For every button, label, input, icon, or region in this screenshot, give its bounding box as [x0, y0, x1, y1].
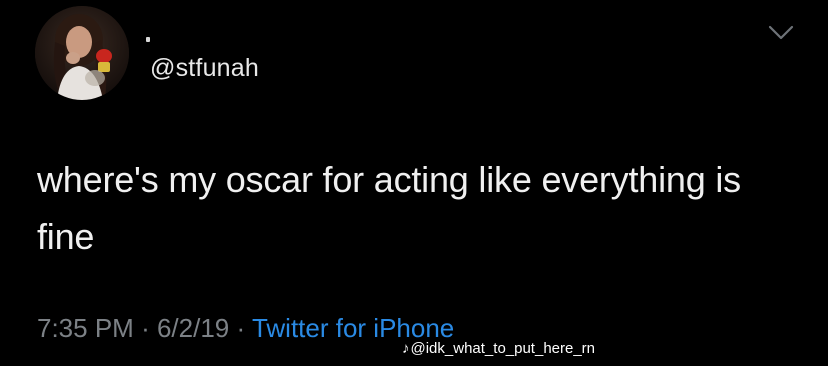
tweet-date[interactable]: 6/2/19: [157, 313, 229, 343]
tweet-card: @stfunah where's my oscar for acting lik…: [0, 0, 828, 366]
decoration-mark: [146, 37, 150, 42]
meta-separator: ·: [236, 313, 246, 343]
watermark: ♪@idk_what_to_put_here_rn: [402, 339, 595, 359]
tweet-meta: 7:35 PM · 6/2/19 · Twitter for iPhone: [37, 311, 454, 345]
meta-separator: ·: [141, 313, 150, 343]
tweet-time[interactable]: 7:35 PM: [37, 313, 134, 343]
tweet-text: where's my oscar for acting like everyth…: [37, 159, 741, 257]
avatar-photo: [35, 6, 129, 100]
avatar[interactable]: [35, 6, 129, 100]
user-handle[interactable]: @stfunah: [150, 52, 259, 84]
chevron-down-icon[interactable]: [768, 24, 794, 42]
watermark-text: @idk_what_to_put_here_rn: [410, 340, 596, 357]
music-note-icon: ♪: [402, 340, 410, 357]
